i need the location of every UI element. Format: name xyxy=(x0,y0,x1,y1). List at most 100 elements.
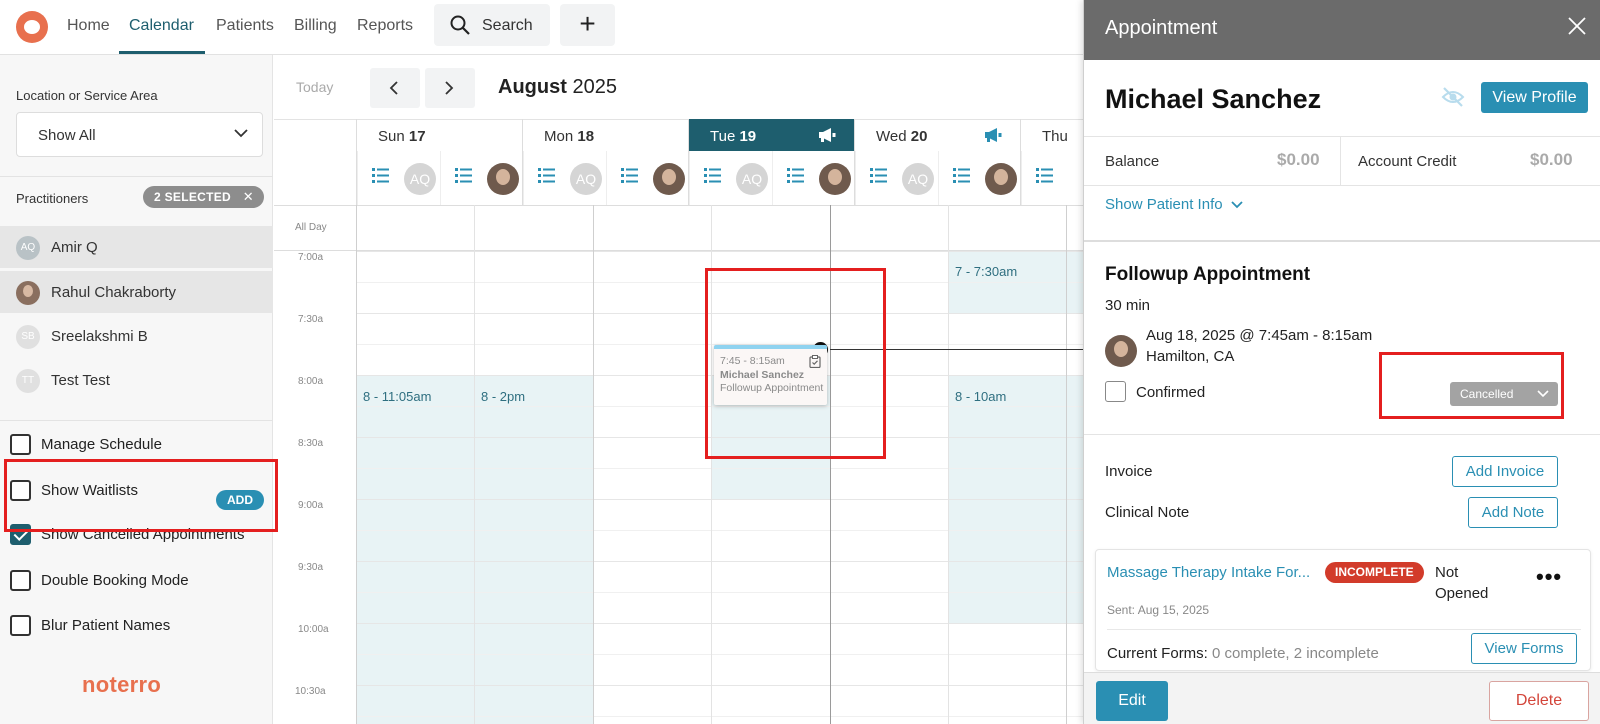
practitioner-column[interactable]: AQ xyxy=(357,151,440,205)
add-note-button[interactable]: Add Note xyxy=(1468,497,1558,528)
nav-home[interactable]: Home xyxy=(67,17,110,35)
practitioner-name: Rahul Chakraborty xyxy=(51,284,177,301)
list-icon[interactable] xyxy=(372,168,389,183)
grid-line xyxy=(474,205,475,724)
grid-line xyxy=(1066,205,1067,724)
next-week-button[interactable] xyxy=(425,68,475,108)
location-label: Location or Service Area xyxy=(16,88,158,103)
practitioner-column[interactable]: AQ xyxy=(855,151,938,205)
avatar: SB xyxy=(16,325,40,349)
sidebar: Location or Service Area Show All Practi… xyxy=(0,55,273,724)
time-label: 9:00a xyxy=(298,500,324,511)
search-label: Search xyxy=(482,17,533,34)
practitioner-item-sreelakshmi-b[interactable]: SB Sreelakshmi B xyxy=(0,315,273,357)
divider xyxy=(0,176,273,177)
practitioner-column[interactable]: AQ xyxy=(689,151,772,205)
chevron-right-icon xyxy=(445,81,454,95)
megaphone-icon[interactable] xyxy=(818,127,836,143)
divider xyxy=(0,420,273,421)
availability-block[interactable]: 8 - 11:05am xyxy=(357,376,475,724)
practitioner-column[interactable] xyxy=(1021,151,1083,205)
app-logo-icon[interactable] xyxy=(16,11,48,43)
time-label: 10:00a xyxy=(298,624,329,635)
megaphone-icon[interactable] xyxy=(984,127,1002,143)
list-icon[interactable] xyxy=(870,168,887,183)
current-forms-summary: Current Forms: 0 complete, 2 incomplete xyxy=(1107,645,1379,662)
confirmed-checkbox[interactable] xyxy=(1105,381,1126,402)
list-icon[interactable] xyxy=(621,168,638,183)
prev-week-button[interactable] xyxy=(370,68,420,108)
add-invoice-button[interactable]: Add Invoice xyxy=(1452,456,1558,487)
edit-button[interactable]: Edit xyxy=(1096,681,1168,721)
grid-line xyxy=(356,592,1083,593)
availability-label: 8 - 2pm xyxy=(481,389,526,404)
grid-line xyxy=(356,251,1083,252)
avatar xyxy=(16,281,40,305)
day-header-wed[interactable]: Wed 20 AQ xyxy=(854,119,1020,205)
list-icon[interactable] xyxy=(787,168,804,183)
show-patient-info-link[interactable]: Show Patient Info xyxy=(1105,196,1243,213)
all-day-label: All Day xyxy=(295,222,327,233)
day-header-sun[interactable]: Sun 17 AQ xyxy=(356,119,522,205)
day-title: Thu xyxy=(1042,128,1068,145)
list-icon[interactable] xyxy=(538,168,555,183)
checkbox[interactable] xyxy=(10,570,31,591)
list-icon[interactable] xyxy=(953,168,970,183)
practitioner-item-test-test[interactable]: TT Test Test xyxy=(0,359,273,401)
nav-patients[interactable]: Patients xyxy=(216,17,274,35)
divider xyxy=(1107,629,1581,630)
day-header-tue[interactable]: Tue 19 AQ xyxy=(688,119,854,205)
selected-practitioners-badge[interactable]: 2 SELECTED ✕ xyxy=(143,186,264,208)
selected-count: 2 SELECTED xyxy=(154,190,232,204)
delete-button[interactable]: Delete xyxy=(1489,681,1589,721)
practitioner-column[interactable] xyxy=(938,151,1021,205)
clear-selection-icon[interactable]: ✕ xyxy=(243,186,254,208)
practitioner-column[interactable] xyxy=(440,151,523,205)
form-name-link[interactable]: Massage Therapy Intake For... xyxy=(1107,564,1310,581)
practitioner-column[interactable]: AQ xyxy=(523,151,606,205)
today-button[interactable]: Today xyxy=(296,79,333,95)
practitioner-item-rahul-chakraborty[interactable]: Rahul Chakraborty xyxy=(0,271,273,313)
more-options-icon[interactable]: ••• xyxy=(1536,564,1562,590)
search-button[interactable]: Search xyxy=(434,4,550,46)
availability-block[interactable]: 8 - 10am xyxy=(949,376,1083,624)
list-icon[interactable] xyxy=(455,168,472,183)
nav-calendar[interactable]: Calendar xyxy=(129,17,194,35)
view-profile-button[interactable]: View Profile xyxy=(1481,82,1588,113)
nav-billing[interactable]: Billing xyxy=(294,17,337,35)
highlight-box xyxy=(1379,352,1564,419)
calendar: Today August 2025 Sun 17 AQ Mon 18 AQ Tu… xyxy=(274,55,1083,724)
divider xyxy=(1084,185,1600,186)
day-title: Sun 17 xyxy=(378,128,426,145)
panel-footer: Edit Delete xyxy=(1084,672,1600,724)
grid-line xyxy=(948,205,949,724)
list-icon[interactable] xyxy=(1036,168,1053,183)
list-icon[interactable] xyxy=(704,168,721,183)
all-day-row[interactable] xyxy=(274,205,1083,251)
view-forms-button[interactable]: View Forms xyxy=(1471,633,1577,664)
divider xyxy=(1084,434,1600,435)
practitioner-column[interactable] xyxy=(772,151,855,205)
checkbox[interactable] xyxy=(10,434,31,455)
add-button[interactable]: + xyxy=(560,4,615,46)
intake-form-card: Massage Therapy Intake For... INCOMPLETE… xyxy=(1095,549,1591,671)
checkbox[interactable] xyxy=(10,615,31,636)
divider xyxy=(1084,240,1600,242)
practitioner-column[interactable] xyxy=(606,151,689,205)
day-header-mon[interactable]: Mon 18 AQ xyxy=(522,119,688,205)
day-title: Mon 18 xyxy=(544,128,595,145)
current-forms-value: 0 complete, 2 incomplete xyxy=(1212,645,1379,662)
close-icon[interactable] xyxy=(1567,16,1587,36)
grid-line xyxy=(356,561,1083,562)
avatar: AQ xyxy=(404,163,436,195)
panel-header: Appointment xyxy=(1084,0,1600,60)
nav-reports[interactable]: Reports xyxy=(357,17,413,35)
eye-off-icon[interactable] xyxy=(1440,85,1466,109)
day-header-thu[interactable]: Thu xyxy=(1020,119,1083,205)
divider xyxy=(1340,136,1341,185)
option-label: Blur Patient Names xyxy=(41,617,171,634)
location-select[interactable]: Show All xyxy=(16,112,263,157)
avatar xyxy=(819,163,851,195)
availability-block[interactable]: 8 - 2pm xyxy=(475,376,594,724)
practitioner-item-amir-q[interactable]: AQ Amir Q xyxy=(0,226,273,268)
